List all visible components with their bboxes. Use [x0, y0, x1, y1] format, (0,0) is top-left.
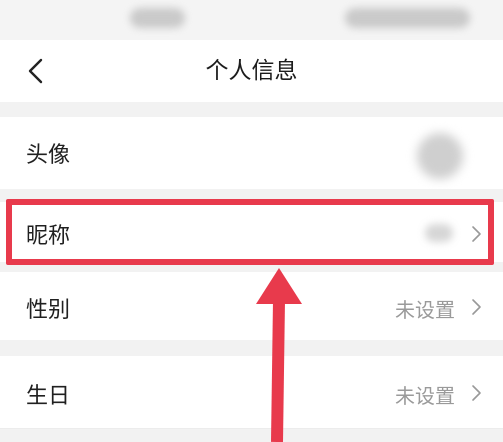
- arrow-up-icon: [256, 268, 302, 442]
